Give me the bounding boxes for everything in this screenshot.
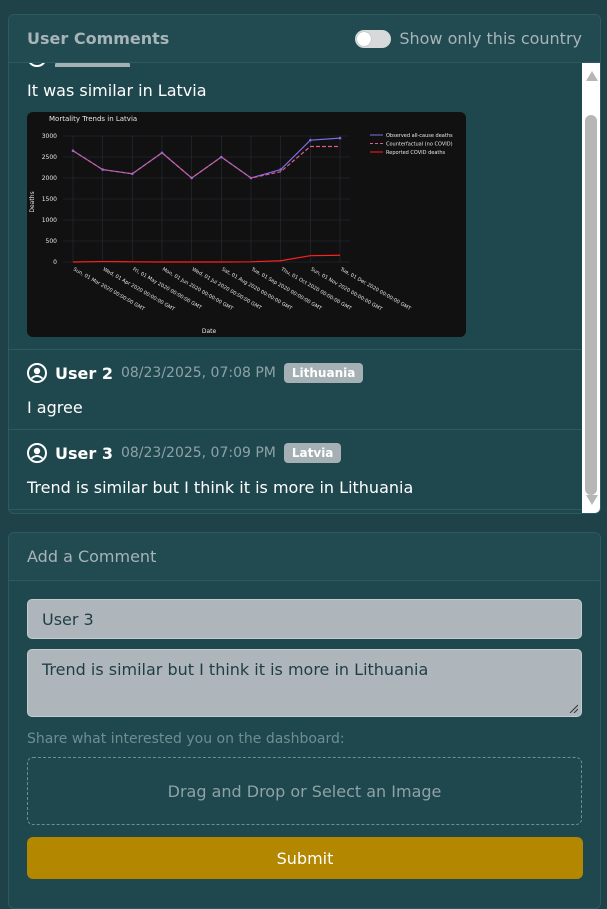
legend-label: Counterfactual (no COVID) <box>386 142 453 148</box>
add-comment-header: Add a Comment <box>9 533 600 581</box>
y-tick-label: 2000 <box>42 175 57 182</box>
comment-header-clipped <box>27 63 564 67</box>
country-badge <box>55 63 130 67</box>
legend-label: Reported COVID deaths <box>386 150 446 156</box>
submit-button[interactable]: Submit <box>27 837 583 879</box>
comments-title: User Comments <box>27 29 170 48</box>
country-badge: Lithuania <box>283 363 364 383</box>
toggle-switch[interactable] <box>355 29 392 48</box>
dropzone-label: Drag and Drop or Select an Image <box>167 781 442 801</box>
comment-header: User 3 08/23/2025, 07:09 PM Latvia <box>27 442 564 464</box>
comment-user-name: User 2 <box>55 363 113 383</box>
chart-title: Mortality Trends in Latvia <box>49 115 137 123</box>
comments-scrollbar[interactable] <box>582 63 600 513</box>
y-tick-label: 500 <box>46 238 58 245</box>
comment-date: 08/23/2025, 07:08 PM <box>120 365 276 381</box>
scrollbar-thumb[interactable] <box>585 115 597 495</box>
user-circle-icon <box>29 63 45 67</box>
comment-text: It was similar in Latvia <box>27 81 207 100</box>
comment-chart-image: Mortality Trends in Latvia Deaths Date 0… <box>27 112 466 337</box>
upload-hint: Share what interested you on the dashboa… <box>27 731 345 747</box>
comment-header: User 2 08/23/2025, 07:08 PM Lithuania <box>27 362 564 384</box>
comment-item: User 2 08/23/2025, 07:08 PM Lithuania I … <box>9 350 582 430</box>
image-dropzone[interactable]: Drag and Drop or Select an Image <box>27 757 582 825</box>
scroll-down-icon[interactable] <box>586 495 598 505</box>
comment-textarea-value: Trend is similar but I think it is more … <box>42 660 429 679</box>
toggle-label: Show only this country <box>399 29 582 48</box>
comment-item: User 3 08/23/2025, 07:09 PM Latvia Trend… <box>9 430 582 510</box>
series-line <box>72 254 341 263</box>
toggle-knob <box>357 31 372 46</box>
scroll-up-icon[interactable] <box>586 71 598 81</box>
add-comment-title: Add a Comment <box>27 547 157 566</box>
add-comment-form: User 3 Trend is similar but I think it i… <box>9 581 600 897</box>
comment-text: Trend is similar but I think it is more … <box>27 478 414 497</box>
country-filter-toggle[interactable]: Show only this country <box>355 29 582 48</box>
y-tick-label: 0 <box>53 259 57 266</box>
series-point <box>279 168 282 171</box>
country-badge: Latvia <box>283 443 342 463</box>
add-comment-card: Add a Comment User 3 Trend is similar bu… <box>8 532 601 909</box>
series-point <box>309 138 312 142</box>
series-line <box>72 137 341 179</box>
user-circle-icon <box>27 363 47 383</box>
comments-list[interactable]: It was similar in Latvia Mortality Trend… <box>9 63 582 513</box>
comment-user-name: User 3 <box>55 443 113 463</box>
user-name-input[interactable]: User 3 <box>27 599 582 639</box>
comment-item: It was similar in Latvia Mortality Trend… <box>9 63 582 350</box>
comment-date: 08/23/2025, 07:09 PM <box>120 445 276 461</box>
y-tick-label: 3000 <box>42 133 57 140</box>
legend-label: Observed all-cause deaths <box>386 133 453 139</box>
mortality-chart: Mortality Trends in Latvia Deaths Date 0… <box>29 115 453 335</box>
user-circle-icon <box>27 443 47 463</box>
chart-ylabel: Deaths <box>29 191 36 212</box>
comment-text: I agree <box>27 398 83 417</box>
chart-xlabel: Date <box>202 328 217 335</box>
y-tick-label: 2500 <box>42 154 57 161</box>
y-tick-label: 1500 <box>42 196 57 203</box>
resize-handle-icon[interactable] <box>568 703 578 713</box>
user-comments-card: User Comments Show only this country It … <box>8 14 601 514</box>
series-point <box>338 136 342 140</box>
y-tick-label: 1000 <box>42 217 57 224</box>
comment-textarea[interactable]: Trend is similar but I think it is more … <box>27 649 582 717</box>
comments-header: User Comments Show only this country <box>9 15 600 63</box>
